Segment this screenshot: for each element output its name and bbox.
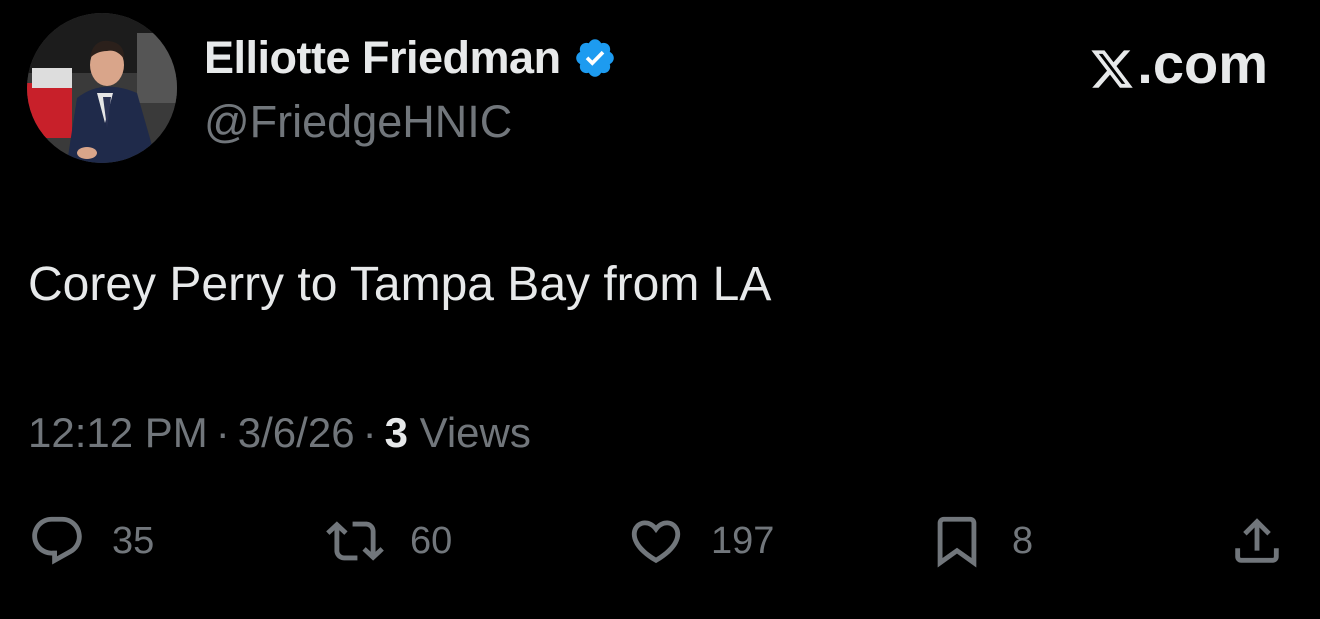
bookmark-icon xyxy=(928,512,986,570)
share-button[interactable] xyxy=(1228,508,1286,574)
tweet-meta: 12:12 PM · 3/6/26 · 3 Views xyxy=(28,405,531,461)
tweet-text: Corey Perry to Tampa Bay from LA xyxy=(28,258,772,311)
repost-count: 60 xyxy=(410,520,453,562)
display-name[interactable]: Elliotte Friedman xyxy=(204,30,561,86)
avatar-image xyxy=(27,13,177,163)
action-bar: 35 60 197 8 xyxy=(0,508,1320,574)
reply-button[interactable]: 35 xyxy=(28,508,154,574)
bookmark-button[interactable]: 8 xyxy=(928,508,1033,574)
author-info: Elliotte Friedman @FriedgeHNIC xyxy=(204,30,617,150)
reply-count: 35 xyxy=(112,520,155,562)
separator: · xyxy=(362,409,377,456)
handle[interactable]: @FriedgeHNIC xyxy=(204,94,617,150)
repost-icon xyxy=(326,512,384,570)
verified-badge-icon[interactable] xyxy=(573,36,617,80)
like-count: 197 xyxy=(711,520,775,562)
heart-icon xyxy=(627,512,685,570)
views-count: 3 xyxy=(384,409,408,456)
views-label: Views xyxy=(419,409,531,456)
like-button[interactable]: 197 xyxy=(627,508,774,574)
share-icon xyxy=(1228,512,1286,570)
brand-watermark: .com xyxy=(1089,32,1268,96)
name-row: Elliotte Friedman xyxy=(204,30,617,86)
tweet-card: Elliotte Friedman @FriedgeHNIC .com Core… xyxy=(0,0,1320,619)
tweet-date[interactable]: 3/6/26 xyxy=(238,409,355,456)
brand-label: .com xyxy=(1137,32,1268,95)
reply-icon xyxy=(28,512,86,570)
bookmark-count: 8 xyxy=(1012,520,1034,562)
separator: · xyxy=(215,409,230,456)
tweet-time[interactable]: 12:12 PM xyxy=(28,409,208,456)
avatar[interactable] xyxy=(27,13,177,163)
repost-button[interactable]: 60 xyxy=(326,508,452,574)
x-logo-icon xyxy=(1089,41,1135,88)
